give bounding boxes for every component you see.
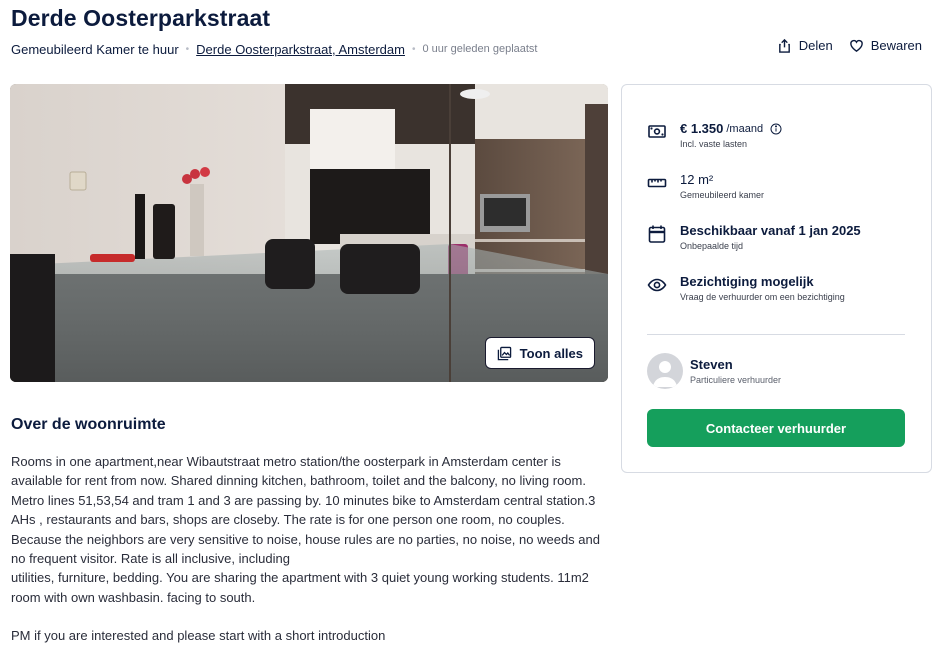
- calendar-icon: [648, 225, 666, 243]
- description: Rooms in one apartment,near Wibautstraat…: [11, 452, 609, 646]
- avatar: [647, 353, 683, 389]
- viewing-note: Vraag de verhuurder om een bezichtiging: [680, 292, 845, 302]
- listing-meta: Gemeubileerd Kamer te huur • Derde Ooste…: [11, 40, 537, 58]
- host-role: Particuliere verhuurder: [690, 375, 782, 385]
- size-value: 12 m²: [680, 172, 714, 187]
- fact-size: 12 m² Gemeubileerd kamer: [647, 172, 907, 200]
- price-unit: /maand: [726, 122, 764, 135]
- posted-time: 0 uur geleden geplaatst: [422, 43, 538, 55]
- info-icon[interactable]: [770, 123, 782, 135]
- contact-landlord-button[interactable]: Contacteer verhuurder: [647, 409, 905, 447]
- fact-viewing: Bezichtiging mogelijk Vraag de verhuurde…: [647, 274, 907, 302]
- availability-value: Beschikbaar vanaf 1 jan 2025: [680, 223, 861, 238]
- share-button[interactable]: Delen: [777, 38, 833, 53]
- description-paragraph: Rooms in one apartment,near Wibautstraat…: [11, 454, 600, 605]
- show-all-label: Toon alles: [519, 345, 583, 361]
- listing-actions: Delen Bewaren: [777, 38, 922, 53]
- page-title: Derde Oosterparkstraat: [11, 5, 271, 31]
- description-paragraph: PM if you are interested and please star…: [11, 628, 386, 644]
- price-value: € 1.350: [680, 121, 724, 136]
- listing-type: Gemeubileerd Kamer te huur: [11, 41, 179, 57]
- viewing-value: Bezichtiging mogelijk: [680, 274, 814, 289]
- listing-summary-card: € 1.350 /maand Incl. vaste lasten 12 m² …: [621, 84, 932, 473]
- size-note: Gemeubileerd kamer: [680, 190, 765, 200]
- host-name: Steven: [690, 357, 733, 372]
- listing-photo[interactable]: Toon alles: [10, 84, 608, 382]
- heart-icon: [849, 39, 863, 52]
- share-icon: [778, 38, 790, 53]
- fact-availability: Beschikbaar vanaf 1 jan 2025 Onbepaalde …: [647, 223, 907, 251]
- card-divider: [647, 334, 905, 335]
- separator-dot: •: [411, 43, 416, 55]
- eye-icon: [647, 278, 667, 292]
- availability-note: Onbepaalde tijd: [680, 241, 744, 251]
- separator-dot: •: [185, 43, 190, 55]
- save-label: Bewaren: [870, 38, 922, 53]
- share-label: Delen: [798, 38, 833, 53]
- gallery-icon: [497, 346, 511, 360]
- host-info: Steven Particuliere verhuurder: [647, 353, 781, 389]
- user-icon: [653, 361, 677, 387]
- price-note: Incl. vaste lasten: [680, 139, 748, 149]
- address-link[interactable]: Derde Oosterparkstraat, Amsterdam: [196, 42, 405, 57]
- fact-price: € 1.350 /maand Incl. vaste lasten: [647, 121, 907, 149]
- show-all-photos-button[interactable]: Toon alles: [484, 337, 595, 369]
- save-button[interactable]: Bewaren: [849, 38, 922, 53]
- ruler-icon: [647, 178, 667, 188]
- about-heading: Over de woonruimte: [11, 416, 166, 433]
- banknote-icon: [648, 125, 666, 138]
